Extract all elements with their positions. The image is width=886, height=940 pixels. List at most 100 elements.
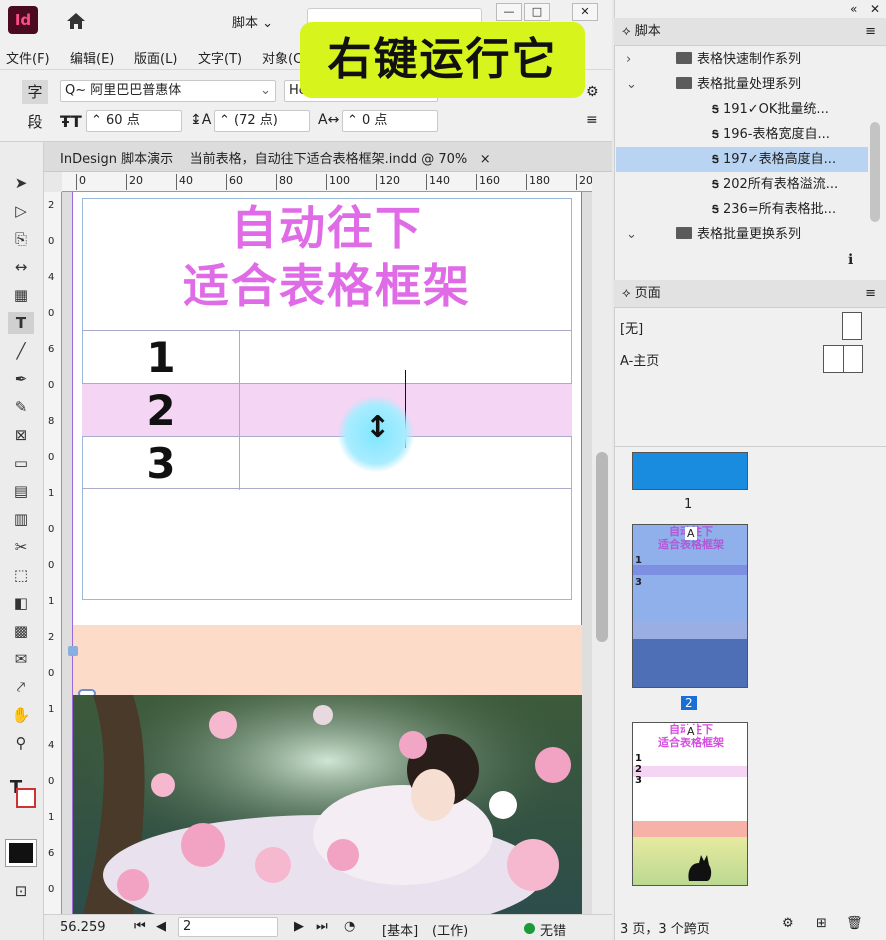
font-size-field[interactable]: ⌃ 60 点 — [86, 110, 182, 132]
table-row[interactable]: 3 — [82, 436, 572, 489]
master-none[interactable]: [无] — [620, 318, 643, 337]
first-page-button[interactable]: ⏮ — [134, 919, 146, 934]
ruler-tick: 60 — [226, 174, 243, 190]
last-page-button[interactable]: ⏭ — [316, 919, 328, 934]
scripts-scrollbar[interactable] — [870, 122, 880, 222]
delete-page-icon[interactable]: 🗑 — [846, 916, 863, 931]
home-icon[interactable] — [64, 10, 88, 32]
script-label: 196-表格宽度自... — [722, 127, 830, 142]
script-icon: Ꭶ — [712, 128, 719, 141]
document-name: InDesign 脚本演示 — [60, 152, 174, 167]
rectangle-tool-icon[interactable]: ▭ — [8, 452, 34, 474]
script-folder[interactable]: › 表格快速制作系列 — [616, 47, 868, 72]
script-item[interactable]: Ꭶ 202所有表格溢流... — [616, 172, 868, 197]
leading-field[interactable]: ⌃ (72 点) — [214, 110, 310, 132]
open-page-icon[interactable]: ◔ — [344, 919, 355, 934]
table-row[interactable]: 2 — [82, 383, 572, 436]
table-tool-icon[interactable]: ▤ — [8, 480, 34, 502]
page-title-line2: 适合表格框架 — [183, 259, 471, 313]
page-3-thumb[interactable]: 自动往下适合表格框架 A 123 — [632, 722, 748, 886]
ruler-tick: 8 — [48, 416, 55, 427]
menu-edit[interactable]: 编辑(E) — [70, 48, 114, 67]
font-search-icon: Q~ — [65, 83, 87, 98]
menu-file[interactable]: 文件(F) — [6, 48, 50, 67]
next-page-button[interactable]: ▶ — [294, 919, 304, 934]
scissors-tool-icon[interactable]: ✂ — [8, 536, 34, 558]
preflight-status[interactable]: 无错 — [540, 920, 566, 939]
menu-layout[interactable]: 版面(L) — [134, 48, 177, 67]
gap-tool-icon[interactable]: ↔ — [8, 256, 34, 278]
paragraph-mode-button[interactable]: 段 — [22, 110, 48, 134]
settings-icon[interactable]: ⚙ — [586, 84, 599, 100]
peach-frame[interactable] — [73, 625, 582, 695]
script-item[interactable]: Ꭶ 191✓OK批量统... — [616, 97, 868, 122]
lock-icon[interactable] — [68, 646, 78, 656]
selection-tool-icon[interactable]: ➤ — [8, 172, 34, 194]
menu-type[interactable]: 文字(T) — [198, 48, 242, 67]
page-tool-icon[interactable]: ⎘ — [8, 228, 34, 250]
tab-close-icon[interactable]: × — [480, 152, 491, 167]
close-button[interactable]: ✕ — [572, 3, 598, 21]
line-tool-icon[interactable]: ╱ — [8, 340, 34, 362]
script-folder[interactable]: ⌄ 表格批量处理系列 — [616, 72, 868, 97]
ruler-tick: 180 — [526, 174, 550, 190]
font-size-value: 60 点 — [106, 113, 140, 128]
font-family-field[interactable]: Q~ 阿里巴巴普惠体 ⌄ — [60, 80, 276, 102]
page-number-field[interactable]: 2 — [178, 917, 278, 937]
page-2-thumb[interactable]: 自动往下适合表格框架 A 123 — [632, 524, 748, 688]
script-item[interactable]: Ꭶ 197✓表格高度自... — [616, 147, 868, 172]
master-a[interactable]: A-主页 — [620, 350, 659, 369]
mode-label: (工作) — [432, 924, 469, 939]
gradient-swatch-tool-icon[interactable]: ◧ — [8, 592, 34, 614]
fill-swatch[interactable] — [5, 839, 37, 867]
minimize-button[interactable]: — — [496, 3, 522, 21]
hand-tool-icon[interactable]: ✋ — [8, 704, 34, 726]
ruler-tick: 0 — [48, 524, 55, 535]
free-transform-tool-icon[interactable]: ⬚ — [8, 564, 34, 586]
zoom-tool-icon[interactable]: ⚲ — [8, 732, 34, 754]
page-2-number[interactable]: 2 — [681, 696, 697, 710]
panel-close-icon[interactable]: ✕ — [870, 2, 880, 16]
gradient-feather-tool-icon[interactable]: ▩ — [8, 620, 34, 642]
ruler-tick: 0 — [48, 308, 55, 319]
direct-selection-tool-icon[interactable]: ▷ — [8, 200, 34, 222]
table-column-divider — [239, 330, 240, 490]
info-icon[interactable]: ℹ — [848, 252, 853, 268]
edit-page-size-icon[interactable]: ⚙ — [782, 916, 794, 931]
script-item[interactable]: Ꭶ 236=所有表格批... — [616, 197, 868, 222]
panel-menu-icon[interactable]: ≡ — [586, 112, 598, 128]
panel-collapse-icon[interactable]: « — [850, 2, 857, 16]
master-a-thumb[interactable] — [823, 345, 863, 373]
pencil-tool-icon[interactable]: ✎ — [8, 396, 34, 418]
grid-tool-icon[interactable]: ▥ — [8, 508, 34, 530]
character-mode-button[interactable]: 字 — [22, 80, 48, 104]
stroke-swatch[interactable] — [16, 788, 36, 808]
scripts-panel-header[interactable]: ⟡ 脚本 ≡ — [614, 18, 886, 46]
tracking-value: 0 点 — [362, 113, 388, 128]
script-item[interactable]: Ꭶ 196-表格宽度自... — [616, 122, 868, 147]
master-none-thumb[interactable] — [842, 312, 862, 340]
rectangle-frame-tool-icon[interactable]: ⊠ — [8, 424, 34, 446]
zoom-field[interactable]: 56.259 — [60, 920, 106, 935]
pen-tool-icon[interactable]: ✒ — [8, 368, 34, 390]
eyedropper-tool-icon[interactable]: ⤤ — [8, 676, 34, 698]
font-size-icon: ŦT — [60, 112, 82, 131]
new-page-icon[interactable]: ⊞ — [816, 916, 827, 931]
note-tool-icon[interactable]: ✉ — [8, 648, 34, 670]
page-1-thumb[interactable] — [632, 452, 748, 490]
document-tab[interactable]: InDesign 脚本演示 当前表格，自动往下适合表格框架.indd @ 70%… — [60, 148, 491, 167]
tracking-field[interactable]: ⌃ 0 点 — [342, 110, 438, 132]
font-name: 阿里巴巴普惠体 — [90, 83, 182, 98]
screen-mode-icon[interactable]: ⊡ — [8, 880, 34, 902]
illustration-image[interactable] — [73, 695, 582, 914]
script-folder[interactable]: ⌄ 表格批量更换系列 — [616, 222, 868, 247]
pages-panel-header[interactable]: ⟡ 页面 ≡ — [614, 280, 886, 308]
workspace-switcher[interactable]: 脚本 ⌄ — [232, 12, 273, 31]
content-collector-icon[interactable]: ▦ — [8, 284, 34, 306]
type-tool-icon[interactable]: T — [8, 312, 34, 334]
table-row[interactable]: 1 — [82, 330, 572, 383]
menu-object[interactable]: 对象(C — [262, 48, 302, 67]
vertical-scrollbar[interactable] — [592, 172, 612, 914]
maximize-button[interactable]: □ — [524, 3, 550, 21]
prev-page-button[interactable]: ◀ — [156, 919, 166, 934]
